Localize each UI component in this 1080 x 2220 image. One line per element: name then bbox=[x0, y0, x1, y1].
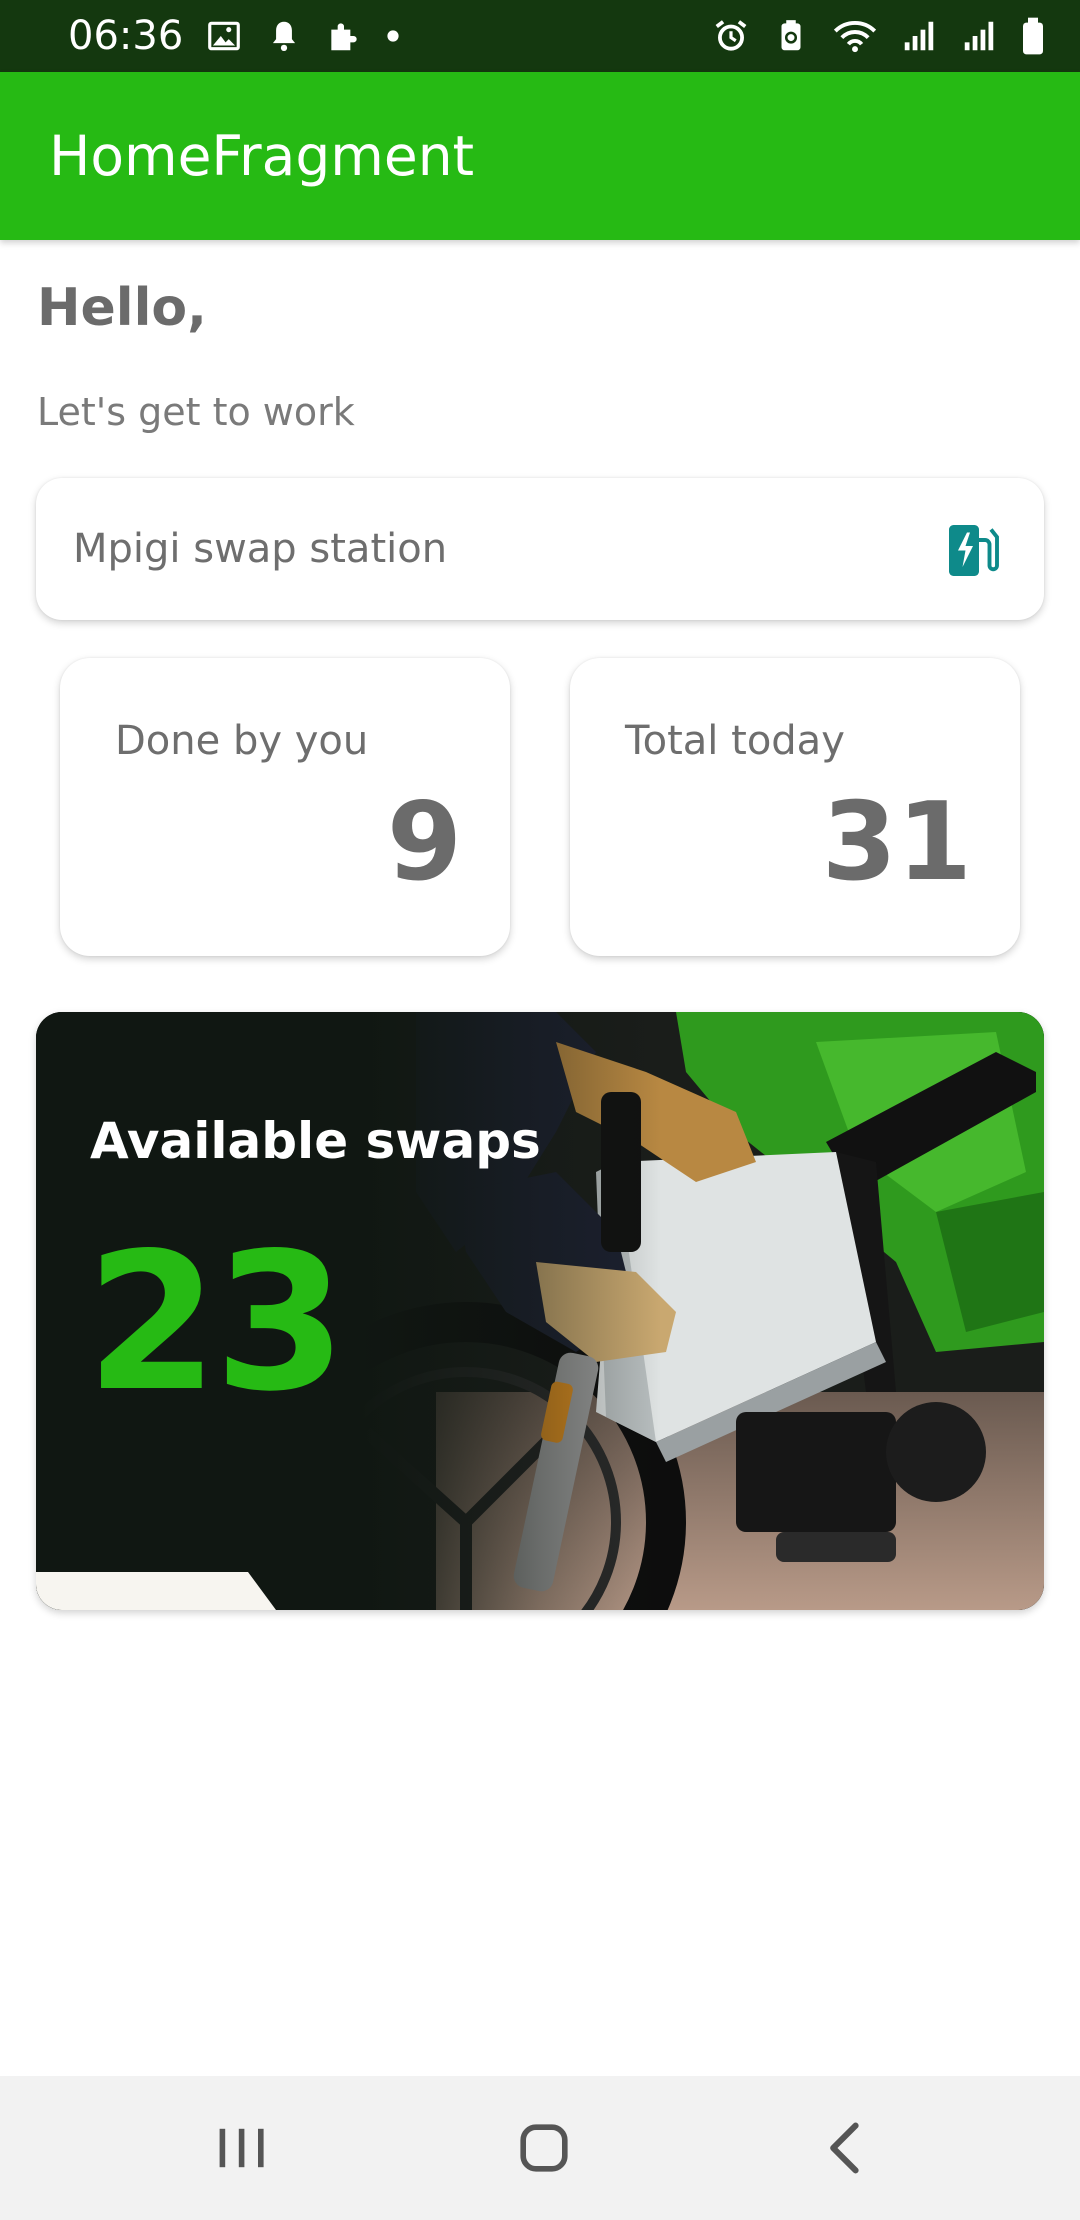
back-icon[interactable] bbox=[814, 2116, 878, 2180]
alarm-icon bbox=[712, 16, 750, 56]
greeting-title: Hello, bbox=[37, 278, 207, 338]
signal-icon bbox=[960, 16, 998, 56]
done-by-you-value: 9 bbox=[386, 780, 462, 905]
station-card[interactable]: Mpigi swap station bbox=[36, 478, 1044, 620]
bell-icon bbox=[265, 16, 303, 56]
available-swaps-label: Available swaps bbox=[90, 1112, 541, 1170]
signal-icon bbox=[900, 16, 938, 56]
status-left: 06:36 bbox=[68, 13, 401, 59]
total-today-label: Total today bbox=[625, 718, 845, 764]
available-swaps-card[interactable]: Available swaps 23 bbox=[36, 1012, 1044, 1610]
status-bar: 06:36 bbox=[0, 0, 1080, 72]
greeting-subtitle: Let's get to work bbox=[37, 390, 355, 434]
decorative-strip bbox=[36, 1572, 276, 1610]
battery-icon bbox=[1020, 16, 1046, 56]
home-icon[interactable] bbox=[512, 2116, 576, 2180]
app-bar-title: HomeFragment bbox=[49, 124, 475, 188]
total-today-value: 31 bbox=[821, 780, 972, 905]
wifi-icon bbox=[832, 16, 878, 56]
dot-icon bbox=[385, 16, 401, 56]
app-bar: HomeFragment bbox=[0, 72, 1080, 240]
done-by-you-card: Done by you 9 bbox=[60, 658, 510, 956]
done-by-you-label: Done by you bbox=[115, 718, 369, 764]
puzzle-icon bbox=[325, 16, 363, 56]
status-right bbox=[712, 16, 1046, 56]
status-time: 06:36 bbox=[68, 13, 184, 59]
station-name: Mpigi swap station bbox=[73, 526, 448, 572]
system-nav-bar bbox=[0, 2076, 1080, 2220]
ev-station-icon bbox=[946, 519, 1000, 579]
battery-saver-icon bbox=[772, 16, 810, 56]
home-screen: 06:36 HomeFragment Hello, Let's get to w… bbox=[0, 0, 1080, 2220]
image-icon bbox=[205, 16, 243, 56]
recents-icon[interactable] bbox=[210, 2116, 274, 2180]
available-swaps-value: 23 bbox=[86, 1212, 346, 1433]
total-today-card: Total today 31 bbox=[570, 658, 1020, 956]
